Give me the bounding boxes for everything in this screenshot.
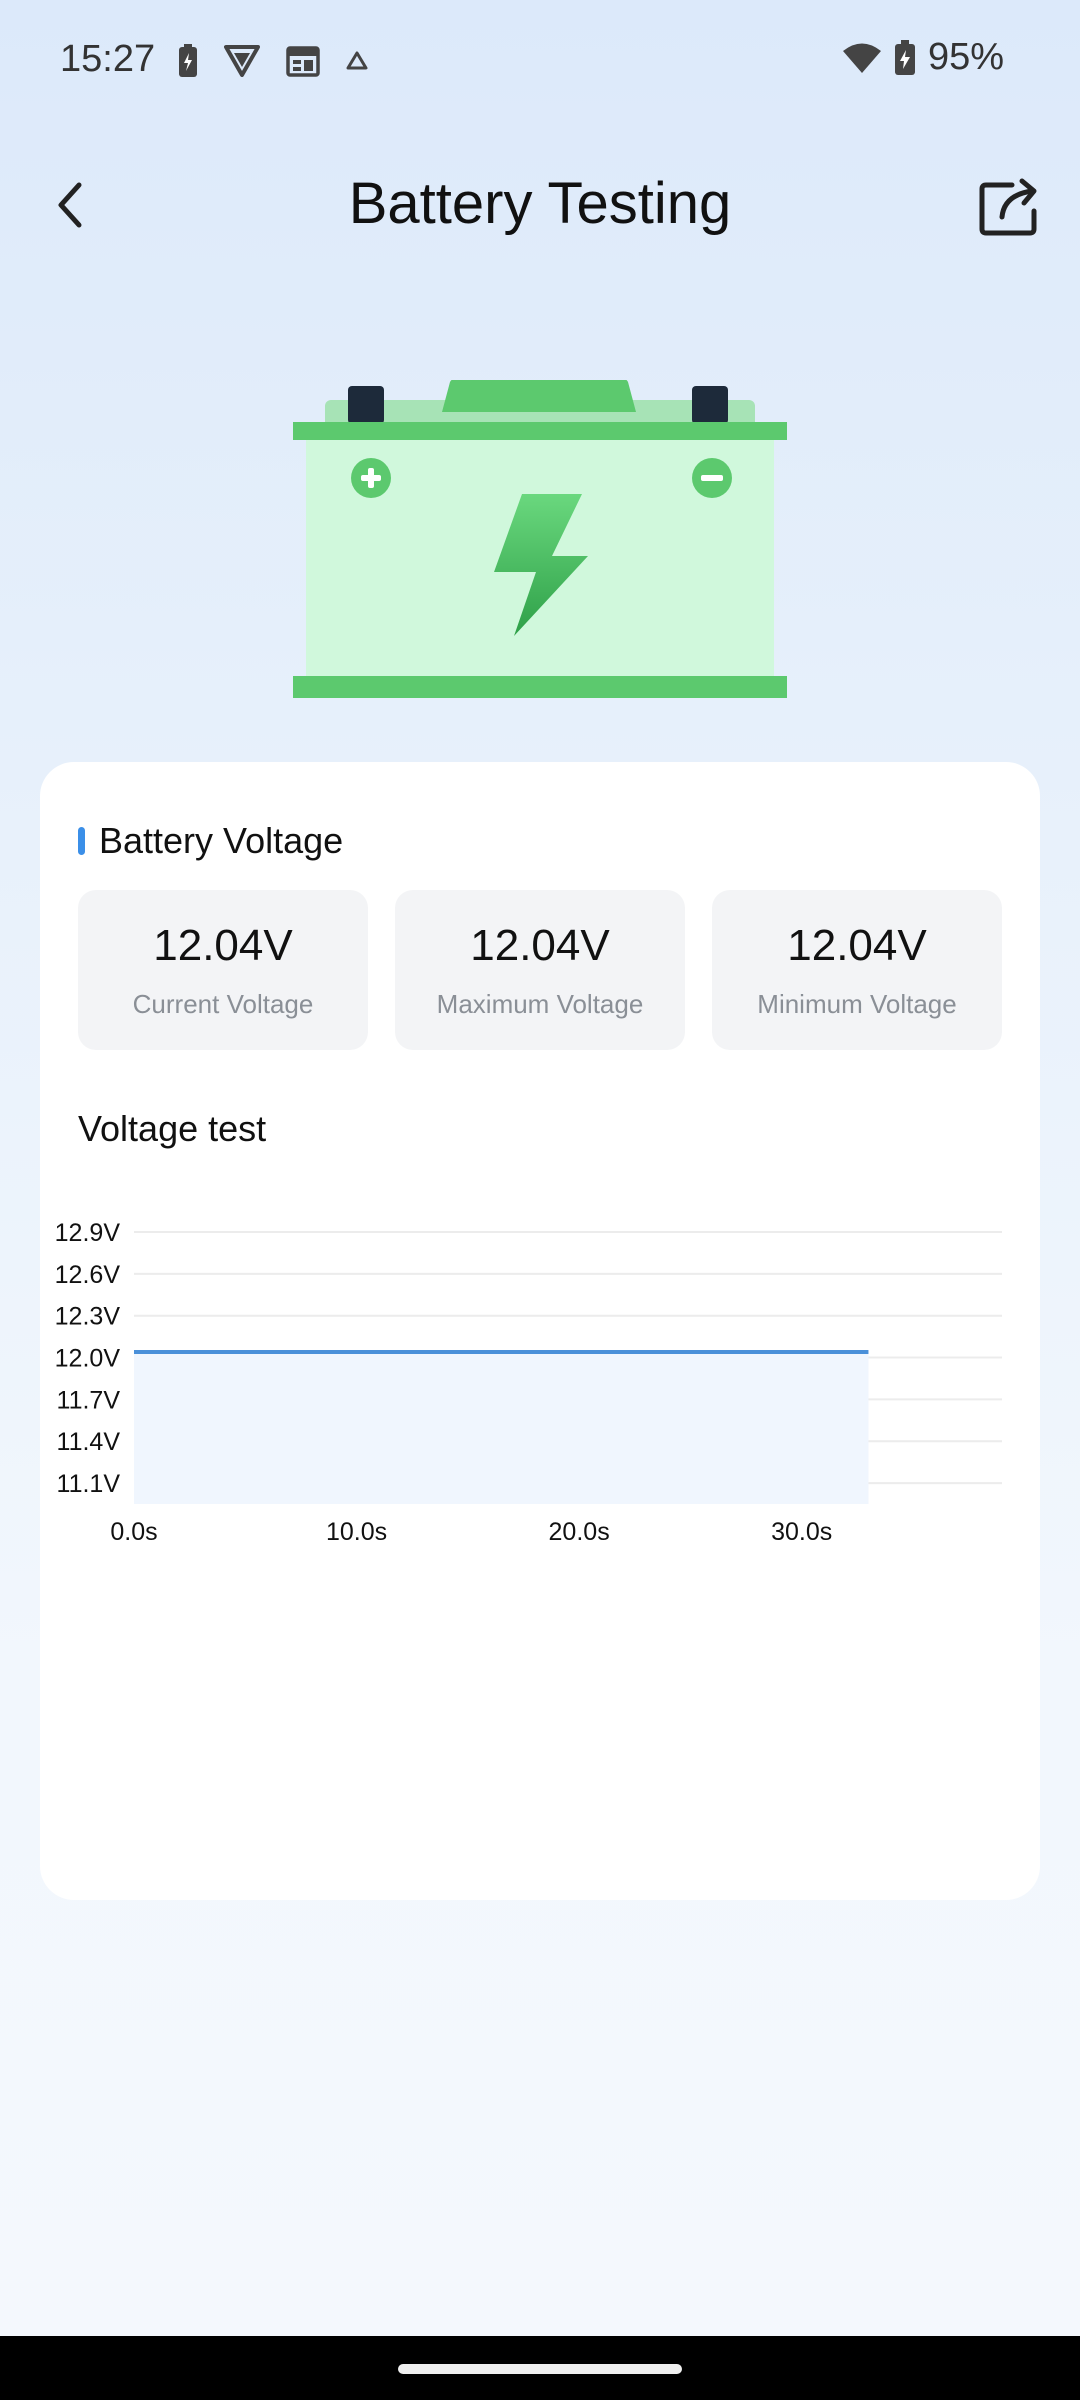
status-notification-icons — [178, 44, 368, 78]
status-bar: 15:27 95% — [0, 0, 1080, 130]
voltage-stats: 12.04V Current Voltage 12.04V Maximum Vo… — [78, 890, 1002, 1050]
status-time: 15:27 — [60, 38, 156, 80]
battery-percentage: 95% — [927, 36, 1004, 78]
x-tick-label: 30.0s — [771, 1518, 832, 1546]
stat-value: 12.04V — [787, 920, 927, 970]
voltage-card: Battery Voltage 12.04V Current Voltage 1… — [40, 762, 1040, 1900]
share-button[interactable] — [970, 166, 1050, 246]
stat-label: Minimum Voltage — [757, 988, 957, 1019]
drive-icon — [346, 51, 368, 70]
x-tick-label: 0.0s — [110, 1518, 157, 1546]
battery-charging-icon — [179, 44, 197, 77]
minimum-voltage-stat: 12.04V Minimum Voltage — [712, 890, 1002, 1050]
page-title: Battery Testing — [348, 171, 732, 236]
section-title: Battery Voltage — [99, 820, 344, 861]
status-system-icons: 95% — [842, 36, 1004, 79]
voltage-area-fill — [134, 1351, 869, 1504]
calendar-icon — [286, 46, 320, 77]
minus-terminal-icon — [692, 458, 732, 498]
y-tick-label: 12.0V — [55, 1345, 121, 1373]
share-icon — [979, 178, 1037, 236]
wifi-icon — [842, 43, 881, 73]
navigation-bar — [0, 2336, 1080, 2400]
shield-vpn-icon — [224, 45, 260, 77]
y-tick-label: 11.7V — [57, 1386, 121, 1414]
section-header: Battery Voltage — [78, 820, 343, 862]
stat-value: 12.04V — [153, 920, 293, 970]
section-accent-bar — [78, 827, 85, 855]
battery-icon — [894, 39, 915, 75]
y-tick-label: 11.1V — [57, 1470, 121, 1498]
stat-label: Current Voltage — [132, 988, 314, 1019]
x-tick-label: 20.0s — [549, 1518, 610, 1546]
stat-value: 12.04V — [470, 920, 610, 970]
y-tick-label: 12.6V — [55, 1261, 121, 1289]
stat-label: Maximum Voltage — [436, 988, 644, 1019]
x-tick-label: 10.0s — [326, 1518, 387, 1546]
current-voltage-stat: 12.04V Current Voltage — [78, 890, 368, 1050]
maximum-voltage-stat: 12.04V Maximum Voltage — [395, 890, 685, 1050]
plus-terminal-icon — [351, 458, 391, 498]
chart-title: Voltage test — [78, 1108, 267, 1149]
voltage-chart: 12.9V 12.6V 12.3V 12.0V 11.7V 11.4V 11.1V 0.0s 1… — [55, 1219, 1002, 1546]
home-gesture-handle[interactable] — [398, 2364, 682, 2374]
y-tick-label: 12.9V — [55, 1219, 121, 1247]
app-header: Battery Testing — [0, 150, 1080, 260]
y-tick-label: 11.4V — [57, 1428, 121, 1456]
battery-illustration — [293, 380, 787, 698]
y-tick-label: 12.3V — [55, 1303, 121, 1331]
